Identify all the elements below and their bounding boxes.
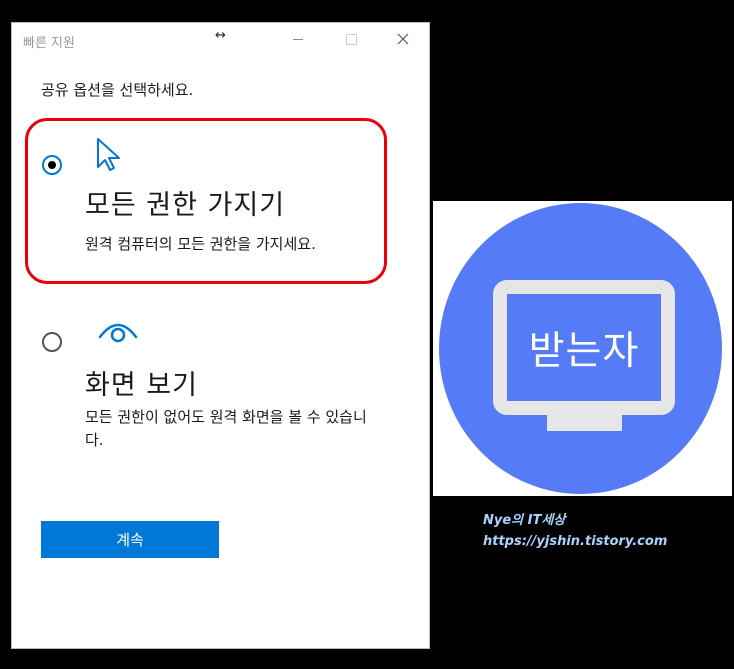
quick-assist-window: 빠른 지원 ↔ 공유 옵션을 선택하세요. 모든 권한 가지기 원격 컴퓨터의 … <box>11 22 430 649</box>
continue-button[interactable]: 계속 <box>41 521 219 558</box>
close-icon <box>397 33 409 45</box>
window-title: 빠른 지원 <box>23 36 75 51</box>
cursor-icon <box>97 138 120 171</box>
receiver-label: 받는자 <box>528 328 640 374</box>
watermark-title: Nye의 IT세상 <box>483 513 566 528</box>
minimize-icon <box>293 38 303 40</box>
view-screen-title: 화면 보기 <box>85 370 198 401</box>
title-bar[interactable]: 빠른 지원 ↔ <box>12 23 429 57</box>
full-control-radio[interactable] <box>42 155 62 175</box>
eye-icon <box>98 323 138 343</box>
receiver-illustration: 받는자 <box>433 201 732 496</box>
maximize-button[interactable] <box>328 23 374 55</box>
full-control-title: 모든 권한 가지기 <box>85 190 286 221</box>
close-button[interactable] <box>380 23 426 55</box>
monitor-stand <box>547 415 622 431</box>
share-option-prompt: 공유 옵션을 선택하세요. <box>41 81 194 99</box>
receiver-circle: 받는자 <box>439 203 722 494</box>
blog-watermark: Nye의 IT세상 https://yjshin.tistory.com <box>483 510 667 552</box>
view-screen-description: 모든 권한이 없어도 원격 화면을 볼 수 있습니다. <box>85 408 367 449</box>
view-screen-radio[interactable] <box>42 332 62 352</box>
maximize-icon <box>345 33 357 45</box>
watermark-url: https://yjshin.tistory.com <box>483 534 668 549</box>
minimize-button[interactable] <box>275 23 321 55</box>
full-control-description: 원격 컴퓨터의 모든 권한을 가지세요. <box>85 235 316 253</box>
resize-cursor-icon: ↔ <box>215 28 226 43</box>
option-view-screen[interactable]: 화면 보기 모든 권한이 없어도 원격 화면을 볼 수 있습니다. <box>25 313 387 463</box>
option-full-control[interactable]: 모든 권한 가지기 원격 컴퓨터의 모든 권한을 가지세요. <box>25 118 387 284</box>
